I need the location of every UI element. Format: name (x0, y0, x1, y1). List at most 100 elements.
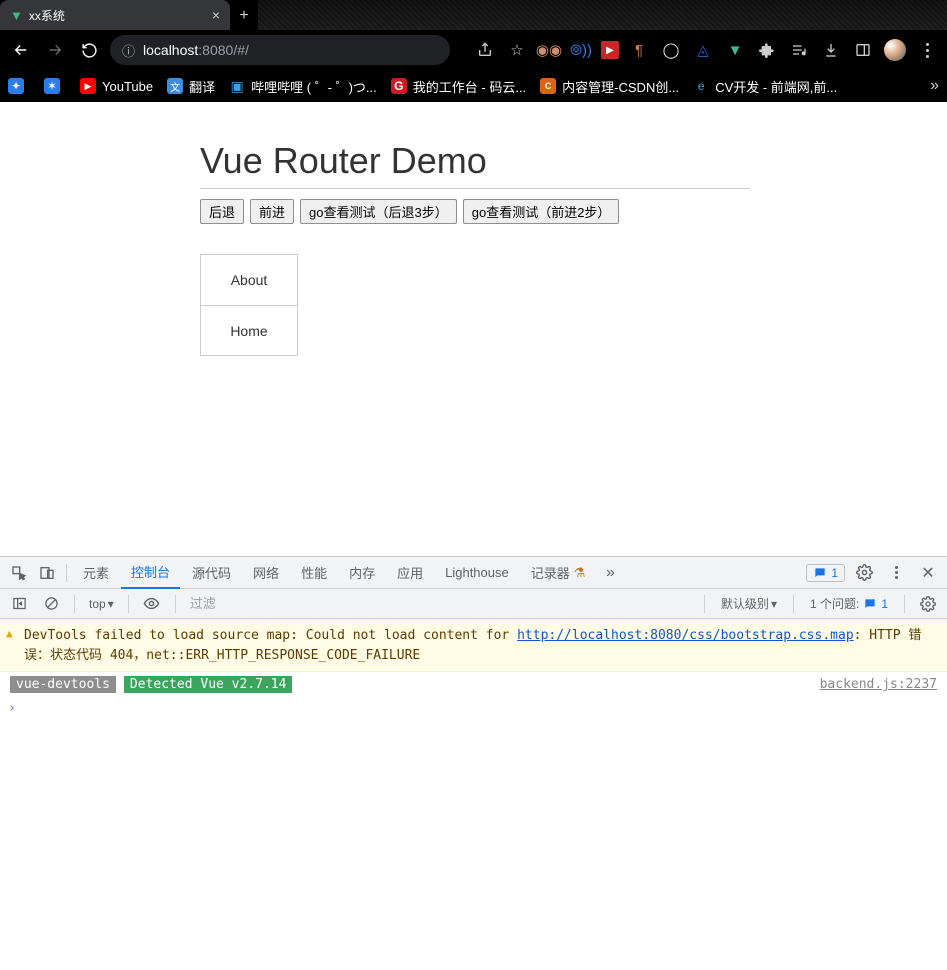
divider (200, 188, 750, 189)
devtools-tabbar: 元素 控制台 源代码 网络 性能 内存 应用 Lighthouse 记录器 ⚗ … (0, 557, 947, 589)
separator (904, 595, 905, 613)
tab-network[interactable]: 网络 (243, 557, 289, 589)
separator (793, 595, 794, 613)
device-toolbar-icon[interactable] (34, 560, 60, 586)
sidepanel-icon[interactable] (851, 38, 875, 62)
chevron-down-icon: ▾ (108, 597, 114, 611)
tab-strip: ▼ xx系统 × + (0, 0, 947, 30)
bookmark-item[interactable]: G 我的工作台 - 码云... (391, 77, 526, 96)
address-bar[interactable]: ⓘ localhost:8080/#/ (110, 35, 450, 65)
bookmark-icon: ✦ (8, 78, 24, 94)
bookmark-star-icon[interactable]: ☆ (505, 38, 529, 62)
close-tab-icon[interactable]: × (212, 7, 220, 23)
console-settings-icon[interactable] (915, 591, 941, 617)
go-fwd2-button[interactable]: go查看测试（前进2步） (463, 199, 620, 224)
youtube-icon: ▶ (80, 78, 96, 94)
page-content: Vue Router Demo 后退 前进 go查看测试（后退3步） go查看测… (0, 102, 947, 556)
console-filter-bar: top▾ 默认级别▾ 1 个问题: 1 (0, 589, 947, 619)
console-log-row[interactable]: vue-devtools Detected Vue v2.7.14 backen… (0, 672, 947, 697)
log-source-link[interactable]: backend.js:2237 (820, 677, 937, 692)
gitee-icon: G (391, 78, 407, 94)
bookmark-item[interactable]: ✦ (8, 78, 30, 94)
bookmark-item[interactable]: eCV开发 - 前端网,前... (693, 77, 837, 96)
live-expression-icon[interactable] (139, 591, 165, 617)
ext-circle-icon[interactable]: ◯ (659, 38, 683, 62)
tab-sources[interactable]: 源代码 (182, 557, 241, 589)
context-selector[interactable]: top▾ (85, 597, 118, 611)
console-prompt[interactable]: › (0, 697, 947, 720)
bookmark-item[interactable]: ✶ (44, 78, 66, 94)
page-title: Vue Router Demo (200, 140, 947, 182)
clear-console-icon[interactable] (38, 591, 64, 617)
download-icon[interactable] (819, 38, 843, 62)
bookmark-label: 内容管理-CSDN创... (562, 77, 679, 96)
router-link-about[interactable]: About (201, 255, 297, 305)
browser-toolbar: ⓘ localhost:8080/#/ ☆ ◉◉ ⦾)) ▶ ¶ ◯ ◬ ▼ (0, 30, 947, 70)
tab-memory[interactable]: 内存 (339, 557, 385, 589)
go-back3-button[interactable]: go查看测试（后退3步） (300, 199, 457, 224)
browser-chrome: ▼ xx系统 × + ⓘ localhost:8080/#/ ☆ ◉◉ ⦾)) (0, 0, 947, 102)
bookmark-item[interactable]: C内容管理-CSDN创... (540, 77, 679, 96)
ext-cast-icon[interactable]: ⦾)) (569, 38, 593, 62)
tab-console[interactable]: 控制台 (121, 557, 180, 589)
beta-icon: ⚗ (574, 565, 586, 581)
console-filter-input[interactable] (186, 596, 694, 611)
translate-icon: 文 (167, 78, 183, 94)
console-empty[interactable] (0, 720, 947, 970)
devtools-settings-icon[interactable] (851, 560, 877, 586)
inspect-element-icon[interactable] (6, 560, 32, 586)
console-warning[interactable]: DevTools failed to load source map: Coul… (0, 619, 947, 672)
bookmark-item[interactable]: ▶ YouTube (80, 78, 153, 94)
ext-pilcrow-icon[interactable]: ¶ (627, 38, 651, 62)
playlist-icon[interactable] (787, 38, 811, 62)
separator (704, 595, 705, 613)
chrome-menu-button[interactable] (915, 38, 939, 62)
tabs-overflow-button[interactable]: » (597, 560, 623, 586)
bookmark-label: 哔哩哔哩 ( ゜- ゜)つ... (251, 77, 377, 96)
bookmark-item[interactable]: ▣ 哔哩哔哩 ( ゜- ゜)つ... (229, 77, 377, 96)
forward-button[interactable] (42, 37, 68, 63)
devtools-menu-icon[interactable] (883, 560, 909, 586)
console-output: DevTools failed to load source map: Coul… (0, 619, 947, 970)
console-messages-badge[interactable]: 1 (806, 564, 845, 582)
edge-icon: e (693, 78, 709, 94)
bookmark-item[interactable]: 文翻译 (167, 77, 215, 96)
issues-indicator[interactable]: 1 个问题: 1 (804, 595, 894, 612)
site-info-icon[interactable]: ⓘ (122, 41, 135, 60)
bookmark-label: 我的工作台 - 码云... (413, 77, 526, 96)
ext-vue-icon[interactable]: ▼ (723, 38, 747, 62)
bilibili-icon: ▣ (229, 78, 245, 94)
ext-triangle-icon[interactable]: ◬ (691, 38, 715, 62)
browser-tab[interactable]: ▼ xx系统 × (0, 0, 230, 30)
back-button[interactable] (8, 37, 34, 63)
tab-lighthouse[interactable]: Lighthouse (435, 557, 519, 589)
new-tab-button[interactable]: + (230, 2, 258, 30)
router-link-home[interactable]: Home (201, 305, 297, 355)
window-drag-area (258, 0, 947, 30)
vue-icon: ▼ (10, 8, 23, 23)
extensions-icon[interactable] (755, 38, 779, 62)
bookmark-overflow-button[interactable]: » (930, 77, 939, 95)
separator (66, 564, 67, 582)
tab-application[interactable]: 应用 (387, 557, 433, 589)
separator (128, 595, 129, 613)
chevron-down-icon: ▾ (771, 597, 777, 611)
log-tag: vue-devtools (10, 676, 116, 693)
profile-avatar[interactable] (883, 38, 907, 62)
tab-recorder[interactable]: 记录器 ⚗ (521, 557, 596, 589)
share-icon[interactable] (473, 38, 497, 62)
ext-red-icon[interactable]: ▶ (601, 41, 619, 59)
reload-button[interactable] (76, 37, 102, 63)
tab-performance[interactable]: 性能 (291, 557, 337, 589)
devtools-close-icon[interactable]: ✕ (915, 560, 941, 586)
console-sidebar-toggle-icon[interactable] (6, 591, 32, 617)
log-level-selector[interactable]: 默认级别▾ (715, 595, 783, 612)
sourcemap-link[interactable]: http://localhost:8080/css/bootstrap.css.… (517, 628, 854, 643)
tab-elements[interactable]: 元素 (73, 557, 119, 589)
forward-button-app[interactable]: 前进 (250, 199, 294, 224)
bookmark-label: 翻译 (189, 77, 215, 96)
devtools-panel: 元素 控制台 源代码 网络 性能 内存 应用 Lighthouse 记录器 ⚗ … (0, 556, 947, 970)
bookmark-label: YouTube (102, 79, 153, 94)
ext-owl-icon[interactable]: ◉◉ (537, 38, 561, 62)
back-button-app[interactable]: 后退 (200, 199, 244, 224)
